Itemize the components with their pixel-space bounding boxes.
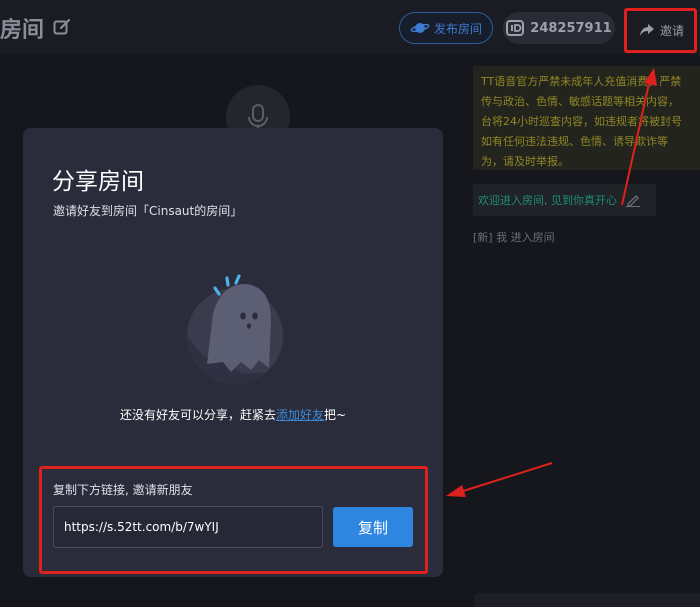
room-id-badge: 248257911 — [503, 12, 615, 44]
copy-link-hint: 复制下方链接, 邀请新朋友 — [53, 483, 193, 497]
id-icon — [506, 20, 525, 36]
invite-button[interactable]: 邀请 — [628, 10, 695, 50]
invite-label: 邀请 — [659, 23, 684, 38]
planet-icon — [410, 23, 430, 33]
system-message: [新] 我 进入房间 — [473, 231, 555, 244]
no-friends-suffix: 把~ — [323, 408, 347, 422]
dialog-subtitle: 邀请好友到房间「Cinsaut的房间」 — [53, 204, 243, 218]
room-title: 房间 — [0, 18, 45, 43]
welcome-text: 欢迎进入房间, 见到你真开心 — [478, 194, 617, 207]
ghost-icon — [186, 274, 283, 385]
add-friend-link[interactable]: 添加好友 — [276, 408, 324, 422]
dialog-title: 分享房间 — [52, 169, 144, 195]
share-link-field[interactable] — [53, 506, 323, 548]
publish-room-label: 发布房间 — [433, 21, 482, 36]
room-id: 248257911 — [530, 20, 612, 36]
no-friends-message: 还没有好友可以分享，赶紧去添加好友把~ — [23, 406, 443, 423]
share-room-dialog: 分享房间 邀请好友到房间「Cinsaut的房间」 还没有好友可以分享，赶紧去添加… — [23, 128, 443, 577]
top-bar: 房间 发布房间 248257911 邀请 — [0, 0, 700, 54]
welcome-message[interactable]: 欢迎进入房间, 见到你真开心 — [473, 184, 656, 216]
copy-button[interactable]: 复制 — [333, 507, 413, 547]
no-friends-prefix: 还没有好友可以分享，赶紧去 — [119, 408, 276, 422]
room-notice: TT语音官方严禁未成年人充值消费，严禁 传与政治、色情、敏感话题等相关内容， 台… — [473, 66, 700, 170]
pencil-icon[interactable] — [625, 193, 641, 207]
publish-room-button[interactable]: 发布房间 — [399, 12, 493, 44]
edit-icon[interactable] — [53, 18, 71, 36]
share-arrow-icon — [639, 24, 654, 36]
bottom-toolbar — [474, 593, 700, 607]
arrow-to-copy-section — [446, 462, 553, 497]
